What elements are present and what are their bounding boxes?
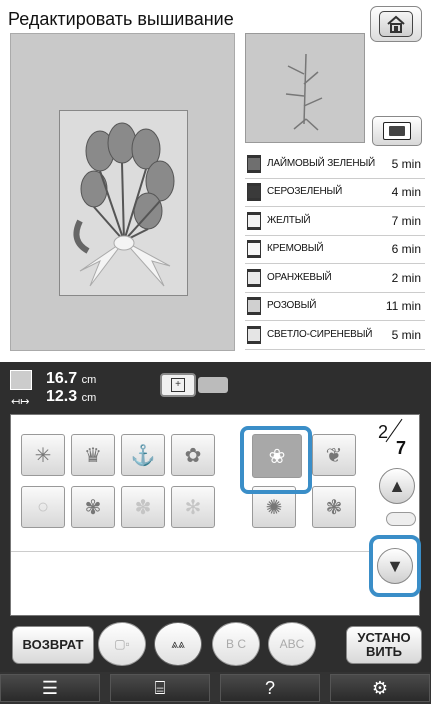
thread-spool-icon bbox=[247, 154, 261, 173]
selection-highlight bbox=[240, 426, 312, 494]
thread-time: 5 min bbox=[391, 156, 421, 171]
pattern-cell[interactable]: ✾ bbox=[71, 486, 115, 528]
set-button[interactable]: УСТАНО ВИТЬ bbox=[346, 626, 422, 664]
thread-name: ОРАНЖЕВЫЙ bbox=[267, 271, 332, 283]
help-icon: ? bbox=[264, 677, 275, 698]
arc-text-icon: B C bbox=[225, 637, 246, 651]
height-readout: 16.7 cm bbox=[46, 370, 96, 388]
thread-row: ЖЕЛТЫЙ 7 min bbox=[245, 207, 425, 236]
thread-row: СЕРОЗЕЛЕНЫЙ 4 min bbox=[245, 179, 425, 207]
settings-icon: ⚙ bbox=[371, 677, 389, 698]
frame-layout-button[interactable]: ▢▫ bbox=[98, 622, 146, 666]
thread-time: 7 min bbox=[391, 213, 421, 228]
thread-spool-icon bbox=[247, 325, 261, 344]
thread-name: ЖЕЛТЫЙ bbox=[267, 214, 311, 226]
page-down-highlight bbox=[369, 535, 421, 597]
thread-name: КРЕМОВЫЙ bbox=[267, 243, 324, 255]
thread-name: СВЕТЛО-СИРЕНЕВЫЙ bbox=[267, 328, 373, 340]
mirror-icon: ⩓⩓ bbox=[171, 636, 185, 651]
thread-list: ЛАЙМОВЫЙ ЗЕЛЕНЫЙ 5 min СЕРОЗЕЛЕНЫЙ 4 min Ж… bbox=[245, 150, 425, 350]
frame-button[interactable] bbox=[372, 116, 422, 146]
frame-select-icon: + bbox=[160, 373, 196, 397]
pattern-selection-panel: ✳ ♛ ⚓ ✿ ❀ ❦ ○ ✾ ✽ ✻ ✺ ❃ bbox=[10, 414, 420, 616]
thread-name: РОЗОВЫЙ bbox=[267, 300, 317, 312]
thread-time: 6 min bbox=[391, 242, 421, 257]
help-button[interactable]: ? bbox=[220, 674, 320, 702]
thread-spool-icon bbox=[247, 297, 261, 316]
pattern-cell[interactable]: ✻ bbox=[171, 486, 215, 528]
pattern-cell[interactable]: ✳ bbox=[21, 434, 65, 476]
thread-time: 5 min bbox=[391, 327, 421, 342]
width-readout: 12.3 cm bbox=[46, 388, 96, 406]
page-up-button[interactable]: ▲ bbox=[379, 468, 415, 504]
thread-row: ОРАНЖЕВЫЙ 2 min bbox=[245, 264, 425, 293]
thread-row: РОЗОВЫЙ 11 min bbox=[245, 293, 425, 321]
abc-icon: ABC bbox=[279, 637, 305, 651]
settings-button[interactable]: ⚙ bbox=[330, 674, 430, 702]
pattern-cell[interactable]: ♛ bbox=[71, 434, 115, 476]
thread-name: ЛАЙМОВЫЙ ЗЕЛЕНЫЙ bbox=[267, 157, 376, 169]
home-icon bbox=[379, 11, 413, 37]
up-arrow-icon: ▲ bbox=[388, 475, 406, 496]
pattern-cell[interactable]: ✿ bbox=[171, 434, 215, 476]
size-icon bbox=[10, 370, 32, 390]
width-arrow-icon: ↤↦ bbox=[11, 396, 30, 408]
thread-row: СВЕТЛО-СИРЕНЕВЫЙ 5 min bbox=[245, 321, 425, 350]
panel-divider bbox=[11, 551, 371, 552]
page-total: 7 bbox=[396, 438, 407, 458]
sewing-machine-button[interactable]: ⌸ bbox=[110, 674, 210, 702]
scroll-knob[interactable] bbox=[386, 512, 416, 526]
pattern-grid: ✳ ♛ ⚓ ✿ ❀ ❦ ○ ✾ ✽ ✻ ✺ ❃ bbox=[16, 420, 371, 538]
thread-time: 11 min bbox=[385, 299, 421, 314]
thread-spool-icon bbox=[247, 211, 261, 230]
frame-alt-icon bbox=[198, 377, 228, 393]
pattern-thumbnail bbox=[245, 33, 365, 143]
page-title: Редактировать вышивание bbox=[8, 9, 234, 29]
height-unit: cm bbox=[81, 374, 97, 386]
pattern-cell[interactable]: ❦ bbox=[312, 434, 356, 476]
height-value: 16.7 bbox=[46, 370, 78, 387]
mirror-button[interactable]: ⩓⩓ bbox=[154, 622, 202, 666]
width-unit: cm bbox=[81, 392, 97, 404]
page-indicator: 2 7 bbox=[372, 418, 416, 462]
thread-time: 2 min bbox=[391, 270, 421, 285]
thread-row: ЛАЙМОВЫЙ ЗЕЛЕНЫЙ 5 min bbox=[245, 150, 425, 179]
thread-row: КРЕМОВЫЙ 6 min bbox=[245, 236, 425, 264]
text-check-button[interactable]: ABC bbox=[268, 622, 316, 666]
thread-time: 4 min bbox=[391, 185, 421, 200]
thread-spool-icon bbox=[247, 240, 261, 259]
thread-spool-icon bbox=[247, 183, 261, 202]
embroidery-frame-icon bbox=[383, 122, 411, 140]
document-button[interactable]: ☰ bbox=[0, 674, 100, 702]
home-button[interactable] bbox=[370, 6, 422, 42]
pattern-cell[interactable]: ❃ bbox=[312, 486, 356, 528]
width-value: 12.3 bbox=[46, 388, 78, 405]
pattern-cell[interactable]: ✽ bbox=[121, 486, 165, 528]
frame-layout-icon: ▢▫ bbox=[114, 637, 130, 651]
document-icon: ☰ bbox=[41, 677, 59, 698]
embroidery-preview bbox=[10, 33, 235, 351]
design-area bbox=[59, 110, 188, 296]
thread-spool-icon bbox=[247, 268, 261, 287]
tulip-design-icon bbox=[73, 122, 175, 287]
back-button[interactable]: ВОЗВРАТ bbox=[12, 626, 94, 664]
pattern-cell[interactable]: ⚓ bbox=[121, 434, 165, 476]
arc-text-button[interactable]: B C bbox=[212, 622, 260, 666]
sewing-machine-icon: ⌸ bbox=[154, 677, 166, 698]
thread-name: СЕРОЗЕЛЕНЫЙ bbox=[267, 186, 343, 198]
frame-toggle[interactable]: + bbox=[160, 373, 230, 397]
pattern-cell[interactable]: ○ bbox=[21, 486, 65, 528]
